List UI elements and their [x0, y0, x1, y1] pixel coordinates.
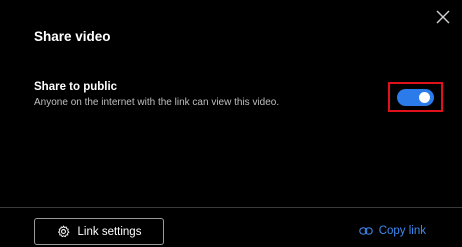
share-public-description: Anyone on the internet with the link can… — [34, 97, 280, 108]
toggle-knob — [419, 91, 430, 103]
dialog-title: Share video — [34, 29, 111, 44]
copy-link-button[interactable]: Copy link — [358, 225, 426, 237]
close-icon — [436, 10, 450, 24]
link-settings-label: Link settings — [77, 225, 142, 238]
close-button[interactable] — [434, 8, 452, 26]
link-settings-button[interactable]: Link settings — [34, 218, 164, 245]
share-public-label: Share to public — [34, 81, 118, 93]
copy-link-label: Copy link — [378, 225, 426, 237]
share-public-section: Share to public Anyone on the internet w… — [34, 81, 364, 108]
gear-icon — [57, 225, 70, 238]
link-icon — [358, 226, 373, 236]
share-video-dialog: Share video Share to public Anyone on th… — [0, 0, 462, 247]
footer-divider — [0, 207, 462, 208]
toggle-highlight-box — [388, 82, 443, 112]
share-public-toggle[interactable] — [397, 88, 434, 106]
